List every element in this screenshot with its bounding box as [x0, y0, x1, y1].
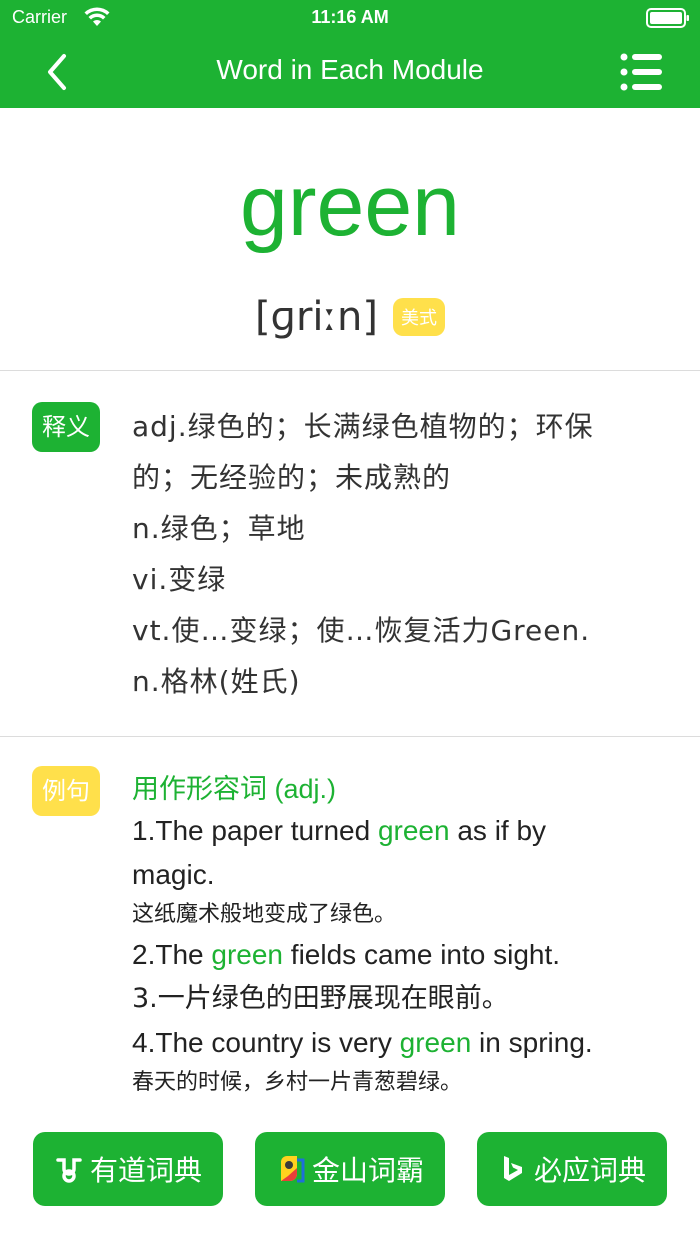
example-list: 用作形容词 (adj.) 1.The paper turned green as… — [132, 769, 662, 1092]
definition-tag: 释义 — [32, 402, 100, 452]
bing-dictionary-label: 必应词典 — [533, 1154, 646, 1187]
youdao-dictionary-label: 有道词典 — [89, 1154, 202, 1187]
youdao-dictionary-button[interactable]: 有道词典 — [33, 1132, 223, 1206]
example-sentence: 1.The paper turned green as if by — [132, 815, 547, 846]
examples-section[interactable]: 例句 用作形容词 (adj.) 1.The paper turned green… — [0, 737, 700, 1092]
accent-badge[interactable]: 美式 — [393, 298, 446, 336]
jinshan-logo-icon — [280, 1156, 305, 1183]
status-bar: Carrier 11:16 AM — [0, 0, 700, 36]
definition-line: adj.绿色的；长满绿色植物的；环保 — [132, 410, 594, 443]
bing-logo-icon — [503, 1156, 522, 1181]
jinshan-dictionary-label: 金山词霸 — [311, 1154, 424, 1187]
dictionary-bar: 有道词典 金山词霸 必应词典 — [0, 1092, 700, 1244]
example-heading: 用作形容词 (adj.) — [132, 774, 337, 804]
navigation-bar: Word in Each Module — [0, 36, 700, 108]
definition-line: vi.变绿 — [132, 563, 227, 596]
battery-icon — [646, 8, 689, 28]
bing-dictionary-button[interactable]: 必应词典 — [477, 1132, 667, 1206]
phonetic-transcription[interactable]: [ɡriːn] — [255, 294, 378, 340]
list-icon[interactable] — [620, 52, 662, 92]
example-translation: 春天的时候，乡村一片青葱碧绿。 — [132, 1070, 463, 1092]
definition-line: vt.使…变绿；使…恢复活力Green. — [132, 614, 591, 647]
top-bar: Carrier 11:16 AM Word in Each Module — [0, 0, 700, 108]
example-sentence: 2.The green fields came into sight. — [132, 939, 561, 970]
example-translation: 3.一片绿色的田野展现在眼前。 — [132, 983, 509, 1014]
definition-list: adj.绿色的；长满绿色植物的；环保 的；无经验的；未成熟的 n.绿色；草地 v… — [132, 401, 662, 707]
page-title: Word in Each Module — [216, 54, 484, 85]
pronunciation-row: [ɡriːn] 美式 — [0, 294, 700, 340]
highlighted-word: green — [377, 815, 450, 846]
definition-line: n.绿色；草地 — [132, 512, 306, 545]
highlighted-word: green — [211, 939, 284, 970]
example-translation: 这纸魔术般地变成了绿色。 — [132, 902, 397, 927]
example-sentence-continued: magic. — [132, 859, 215, 890]
example-tag: 例句 — [32, 766, 100, 816]
word-header: green [ɡriːn] 美式 — [0, 108, 700, 371]
definition-line: n.格林(姓氏) — [132, 665, 301, 698]
definition-line: 的；无经验的；未成熟的 — [132, 461, 452, 494]
example-sentence: 4.The country is very green in spring. — [132, 1027, 593, 1058]
highlighted-word: green — [399, 1027, 472, 1058]
jinshan-dictionary-button[interactable]: 金山词霸 — [255, 1132, 445, 1206]
headword: green — [240, 158, 460, 254]
clock: 11:16 AM — [311, 7, 389, 27]
definitions-section: 释义 adj.绿色的；长满绿色植物的；环保 的；无经验的；未成熟的 n.绿色；草… — [0, 371, 700, 737]
youdao-logo-icon — [56, 1158, 82, 1183]
